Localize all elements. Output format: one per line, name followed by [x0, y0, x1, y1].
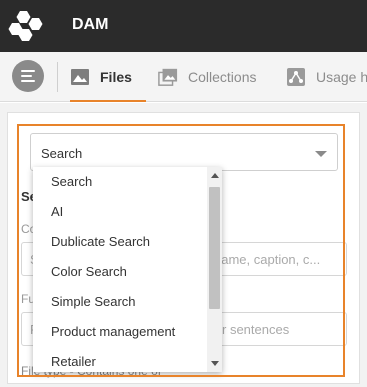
- dropdown-option-color-search[interactable]: Color Search: [33, 257, 207, 287]
- search-type-dropdown: Search AI Dublicate Search Color Search …: [33, 167, 222, 372]
- input-placeholder: name, caption, c...: [214, 252, 321, 267]
- chevron-down-icon[interactable]: [315, 151, 327, 157]
- dropdown-option-product-management[interactable]: Product management: [33, 317, 207, 347]
- dropdown-option-simple-search[interactable]: Simple Search: [33, 287, 207, 317]
- hexagon-cluster-logo-icon[interactable]: [8, 9, 44, 43]
- tab-collections[interactable]: Collections: [158, 52, 256, 101]
- tab-bar: Files Collections Usage h: [0, 52, 367, 102]
- dropdown-option-duplicate-search[interactable]: Dublicate Search: [33, 227, 207, 257]
- tab-label: Usage h: [316, 68, 367, 85]
- app-title: DAM: [72, 16, 109, 33]
- tab-label: Files: [100, 68, 132, 85]
- scroll-down-icon[interactable]: [211, 361, 219, 366]
- tab-usage[interactable]: Usage h: [286, 52, 367, 101]
- app-header: DAM: [0, 0, 367, 52]
- tab-files[interactable]: Files: [70, 52, 146, 102]
- scroll-up-icon[interactable]: [211, 173, 219, 178]
- menu-line: [21, 80, 35, 82]
- share-icon: [287, 67, 305, 86]
- dropdown-option-retailer[interactable]: Retailer: [33, 347, 207, 372]
- menu-toggle-button[interactable]: [12, 60, 44, 92]
- tab-label: Collections: [188, 68, 257, 85]
- dropdown-option-ai[interactable]: AI: [33, 197, 207, 227]
- menu-line: [21, 70, 35, 72]
- dropdown-scrollbar[interactable]: [207, 167, 222, 372]
- menu-line: [21, 75, 32, 77]
- search-type-select[interactable]: Search: [30, 133, 338, 171]
- tab-divider: [57, 62, 58, 92]
- dropdown-option-search[interactable]: Search: [33, 167, 207, 197]
- input-placeholder: r sentences: [222, 322, 290, 337]
- image-icon: [71, 68, 89, 85]
- images-stack-icon: [158, 68, 178, 86]
- select-value: Search: [41, 146, 83, 161]
- scrollbar-thumb[interactable]: [209, 187, 220, 309]
